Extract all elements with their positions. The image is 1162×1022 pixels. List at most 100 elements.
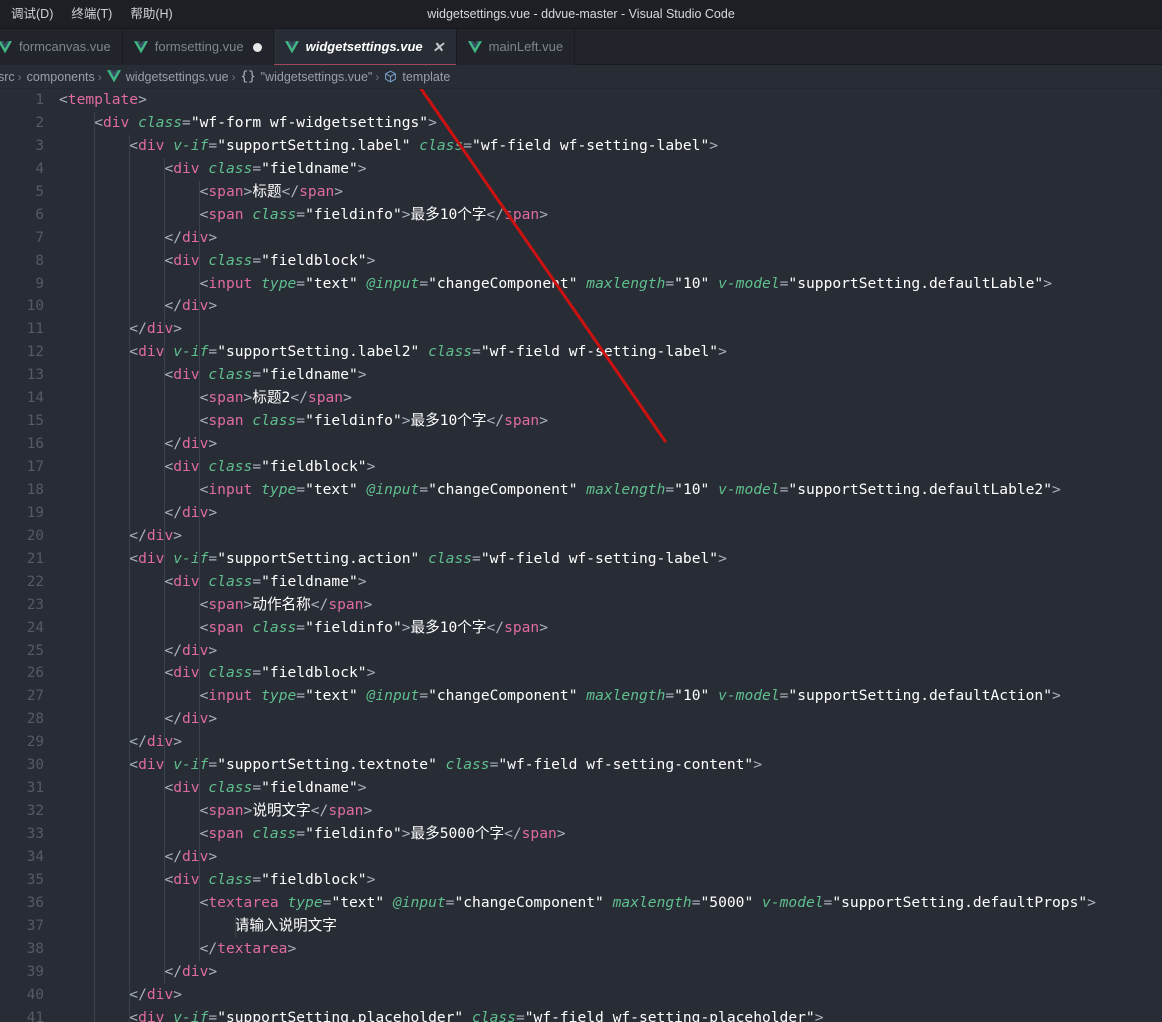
line-number[interactable]: 2 [0,112,44,135]
menu-item-1[interactable]: 调试(D) [2,2,62,26]
line-number[interactable]: 9 [0,273,44,296]
line-number[interactable]: 41 [0,1007,44,1022]
code-line[interactable]: 20 </div> [0,525,1162,548]
line-number[interactable]: 31 [0,777,44,800]
code-line[interactable]: 24 <span class="fieldinfo">最多10个字</span> [0,617,1162,640]
code-line[interactable]: 6 <span class="fieldinfo">最多10个字</span> [0,204,1162,227]
line-number[interactable]: 6 [0,204,44,227]
line-number[interactable]: 1 [0,89,44,112]
code-line[interactable]: 10 </div> [0,295,1162,318]
line-content[interactable]: 请输入说明文字 [44,915,1162,938]
tab-close-icon[interactable]: ✕ [432,40,445,54]
code-line[interactable]: 39 </div> [0,961,1162,984]
line-content[interactable]: <div class="fieldname"> [44,364,1162,387]
tab-mainLeft-vue[interactable]: mainLeft.vue [457,29,575,65]
line-number[interactable]: 21 [0,548,44,571]
code-line[interactable]: 17 <div class="fieldblock"> [0,456,1162,479]
code-line[interactable]: 38 </textarea> [0,938,1162,961]
code-line[interactable]: 25 </div> [0,640,1162,663]
code-line[interactable]: 41 <div v-if="supportSetting.placeholder… [0,1007,1162,1022]
breadcrumb-item-4[interactable]: {}"widgetsettings.vue" [237,70,375,84]
line-number[interactable]: 20 [0,525,44,548]
line-content[interactable]: <span>说明文字</span> [44,800,1162,823]
line-content[interactable]: </div> [44,227,1162,250]
line-content[interactable]: <template> [44,89,1162,112]
line-content[interactable]: </div> [44,640,1162,663]
line-content[interactable]: </div> [44,433,1162,456]
code-line[interactable]: 11 </div> [0,318,1162,341]
line-content[interactable]: <div class="wf-form wf-widgetsettings"> [44,112,1162,135]
line-number[interactable]: 29 [0,731,44,754]
code-line[interactable]: 37 请输入说明文字 [0,915,1162,938]
code-line[interactable]: 3 <div v-if="supportSetting.label" class… [0,135,1162,158]
code-line[interactable]: 13 <div class="fieldname"> [0,364,1162,387]
code-line[interactable]: 14 <span>标题2</span> [0,387,1162,410]
code-line[interactable]: 31 <div class="fieldname"> [0,777,1162,800]
code-line[interactable]: 33 <span class="fieldinfo">最多5000个字</spa… [0,823,1162,846]
line-content[interactable]: <div v-if="supportSetting.label" class="… [44,135,1162,158]
line-content[interactable]: <div class="fieldblock"> [44,456,1162,479]
line-content[interactable]: <span class="fieldinfo">最多5000个字</span> [44,823,1162,846]
code-line[interactable]: 34 </div> [0,846,1162,869]
line-content[interactable]: <textarea type="text" @input="changeComp… [44,892,1162,915]
code-line[interactable]: 9 <input type="text" @input="changeCompo… [0,273,1162,296]
line-content[interactable]: <div class="fieldblock"> [44,662,1162,685]
line-content[interactable]: <div v-if="supportSetting.placeholder" c… [44,1007,1162,1022]
line-number[interactable]: 22 [0,571,44,594]
code-editor[interactable]: 1<template>2 <div class="wf-form wf-widg… [0,89,1162,1022]
breadcrumb-item-5[interactable]: template [380,70,452,84]
tab-widgetsettings-vue[interactable]: widgetsettings.vue✕ [274,29,457,65]
line-content[interactable]: </div> [44,525,1162,548]
code-line[interactable]: 5 <span>标题</span> [0,181,1162,204]
line-content[interactable]: </div> [44,731,1162,754]
line-content[interactable]: <div class="fieldblock"> [44,250,1162,273]
line-content[interactable]: <div v-if="supportSetting.label2" class=… [44,341,1162,364]
line-number[interactable]: 32 [0,800,44,823]
line-number[interactable]: 30 [0,754,44,777]
code-line[interactable]: 22 <div class="fieldname"> [0,571,1162,594]
code-lines-container[interactable]: 1<template>2 <div class="wf-form wf-widg… [0,89,1162,1022]
code-line[interactable]: 1<template> [0,89,1162,112]
line-content[interactable]: </div> [44,984,1162,1007]
line-number[interactable]: 26 [0,662,44,685]
line-number[interactable]: 19 [0,502,44,525]
code-line[interactable]: 2 <div class="wf-form wf-widgetsettings"… [0,112,1162,135]
code-line[interactable]: 18 <input type="text" @input="changeComp… [0,479,1162,502]
code-line[interactable]: 21 <div v-if="supportSetting.action" cla… [0,548,1162,571]
code-line[interactable]: 30 <div v-if="supportSetting.textnote" c… [0,754,1162,777]
line-number[interactable]: 17 [0,456,44,479]
line-content[interactable]: <input type="text" @input="changeCompone… [44,273,1162,296]
line-content[interactable]: <div class="fieldblock"> [44,869,1162,892]
code-line[interactable]: 26 <div class="fieldblock"> [0,662,1162,685]
tab-formcanvas-vue[interactable]: formcanvas.vue [0,29,123,65]
line-content[interactable]: </div> [44,502,1162,525]
line-number[interactable]: 3 [0,135,44,158]
line-number[interactable]: 4 [0,158,44,181]
code-line[interactable]: 15 <span class="fieldinfo">最多10个字</span> [0,410,1162,433]
line-number[interactable]: 18 [0,479,44,502]
code-line[interactable]: 23 <span>动作名称</span> [0,594,1162,617]
code-line[interactable]: 4 <div class="fieldname"> [0,158,1162,181]
line-number[interactable]: 10 [0,295,44,318]
line-number[interactable]: 28 [0,708,44,731]
line-content[interactable]: <div v-if="supportSetting.action" class=… [44,548,1162,571]
line-number[interactable]: 34 [0,846,44,869]
line-content[interactable]: </div> [44,846,1162,869]
code-line[interactable]: 36 <textarea type="text" @input="changeC… [0,892,1162,915]
line-content[interactable]: </div> [44,295,1162,318]
line-content[interactable]: <span>动作名称</span> [44,594,1162,617]
code-line[interactable]: 16 </div> [0,433,1162,456]
line-number[interactable]: 5 [0,181,44,204]
line-number[interactable]: 8 [0,250,44,273]
menu-item-3[interactable]: 帮助(H) [121,2,181,26]
line-number[interactable]: 24 [0,617,44,640]
line-number[interactable]: 35 [0,869,44,892]
line-content[interactable]: <input type="text" @input="changeCompone… [44,479,1162,502]
line-content[interactable]: <span class="fieldinfo">最多10个字</span> [44,204,1162,227]
line-content[interactable]: <div class="fieldname"> [44,158,1162,181]
breadcrumb-item-3[interactable]: widgetsettings.vue [103,70,231,84]
line-number[interactable]: 33 [0,823,44,846]
line-number[interactable]: 11 [0,318,44,341]
breadcrumb-item-1[interactable]: src [0,70,17,84]
line-number[interactable]: 25 [0,640,44,663]
